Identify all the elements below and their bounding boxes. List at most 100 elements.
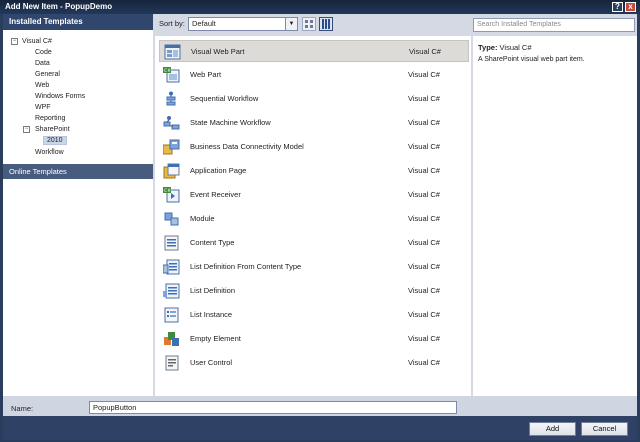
online-templates-header[interactable]: Online Templates	[3, 164, 153, 179]
type-label: Type:	[478, 43, 498, 52]
template-language: Visual C#	[408, 166, 440, 175]
list-definition-from-content-type-icon	[163, 259, 180, 275]
collapse-icon[interactable]: −	[23, 126, 30, 133]
template-name: Event Receiver	[190, 190, 241, 199]
tree-item-general[interactable]: General	[35, 69, 60, 80]
template-item-user-control[interactable]: User Control Visual C#	[159, 352, 469, 374]
list-view-icon	[322, 19, 330, 29]
tree-item-label: SharePoint	[35, 126, 70, 133]
template-item-list-instance[interactable]: List Instance Visual C#	[159, 304, 469, 326]
content-type-icon	[164, 235, 179, 251]
tree-item-data[interactable]: Data	[35, 58, 50, 69]
template-name: List Definition	[190, 286, 236, 295]
template-item-sequential-workflow[interactable]: Sequential Workflow Visual C#	[159, 88, 469, 110]
tree-item-web[interactable]: Web	[35, 80, 49, 91]
svg-text:C#: C#	[164, 68, 171, 74]
tree-item-label: Data	[35, 60, 50, 67]
template-item-list-definition[interactable]: List Definition Visual C#	[159, 280, 469, 302]
close-button[interactable]: x	[625, 2, 636, 12]
template-name: Sequential Workflow	[190, 94, 259, 103]
list-view-button[interactable]	[319, 17, 333, 31]
template-name: Content Type	[190, 238, 235, 247]
bdc-model-icon	[163, 139, 180, 155]
sort-by-label: Sort by:	[159, 19, 185, 28]
template-name: State Machine Workflow	[190, 118, 271, 127]
template-item-business-data-connectivity-model[interactable]: Business Data Connectivity Model Visual …	[159, 136, 469, 158]
dropdown-arrow-icon[interactable]: ▼	[285, 18, 297, 30]
tree-item-label: General	[35, 71, 60, 78]
template-language: Visual C#	[408, 286, 440, 295]
tree-item-windows-forms[interactable]: Windows Forms	[35, 91, 85, 102]
tree-item-2010[interactable]: 2010	[43, 135, 67, 146]
templates-tree-panel: Installed Templates − Visual C# Code Dat…	[3, 14, 153, 396]
template-language: Visual C#	[409, 47, 441, 56]
template-description: A SharePoint visual web part item.	[478, 56, 585, 63]
template-language: Visual C#	[408, 214, 440, 223]
template-name: Web Part	[190, 70, 222, 79]
add-button[interactable]: Add	[529, 422, 576, 436]
tree-item-visual-csharp[interactable]: − Visual C#	[11, 36, 52, 47]
sort-toolbar: Sort by: Default ▼	[155, 14, 471, 36]
template-language: Visual C#	[408, 334, 440, 343]
name-input[interactable]: PopupButton	[89, 401, 457, 414]
template-item-web-part[interactable]: C# Web Part Visual C#	[159, 64, 469, 86]
window-title: Add New Item - PopupDemo	[5, 2, 113, 11]
bottom-bar: Name: PopupButton Add Cancel	[3, 396, 637, 440]
state-machine-workflow-icon	[163, 116, 180, 130]
tree-item-workflow[interactable]: Workflow	[35, 147, 64, 158]
visual-web-part-icon	[164, 44, 181, 60]
template-details-panel: Type: Visual C# A SharePoint visual web …	[473, 36, 637, 396]
template-language: Visual C#	[408, 118, 440, 127]
template-item-list-definition-from-content-type[interactable]: List Definition From Content Type Visual…	[159, 256, 469, 278]
list-definition-icon	[163, 283, 180, 299]
template-name: User Control	[190, 358, 233, 367]
template-item-state-machine-workflow[interactable]: State Machine Workflow Visual C#	[159, 112, 469, 134]
tree-item-label: Web	[35, 82, 50, 89]
title-bar: Add New Item - PopupDemo ? x	[0, 0, 640, 14]
template-item-empty-element[interactable]: Empty Element Visual C#	[159, 328, 469, 350]
template-item-module[interactable]: Module Visual C#	[159, 208, 469, 230]
module-icon	[164, 212, 179, 226]
help-button[interactable]: ?	[612, 2, 623, 12]
collapse-icon[interactable]: −	[11, 38, 18, 45]
small-icons-view-button[interactable]	[302, 17, 316, 31]
sequential-workflow-icon	[166, 91, 176, 106]
tree-item-label: Code	[35, 49, 52, 56]
tree-item-reporting[interactable]: Reporting	[35, 113, 65, 124]
search-area: Search Installed Templates	[473, 14, 637, 36]
template-language: Visual C#	[408, 262, 440, 271]
sort-by-dropdown[interactable]: Default ▼	[188, 17, 298, 31]
template-name: Visual Web Part	[191, 47, 245, 56]
template-item-visual-web-part[interactable]: Visual Web Part Visual C#	[159, 40, 469, 62]
empty-element-icon	[164, 332, 179, 346]
template-name: Empty Element	[190, 334, 241, 343]
template-item-event-receiver[interactable]: C# Event Receiver Visual C#	[159, 184, 469, 206]
list-instance-icon	[164, 307, 179, 323]
tree-item-label: WPF	[35, 104, 51, 111]
tree-item-code[interactable]: Code	[35, 47, 52, 58]
tree-item-label: Windows Forms	[35, 93, 86, 100]
button-bar: Add Cancel	[3, 416, 637, 440]
template-item-content-type[interactable]: Content Type Visual C#	[159, 232, 469, 254]
type-value: Visual C#	[499, 43, 532, 52]
template-language: Visual C#	[408, 142, 440, 151]
cancel-button[interactable]: Cancel	[581, 422, 628, 436]
tree-item-label: 2010	[43, 136, 67, 145]
tree-item-label: Workflow	[35, 149, 64, 156]
tree-item-wpf[interactable]: WPF	[35, 102, 51, 113]
template-language: Visual C#	[408, 310, 440, 319]
user-control-icon	[165, 355, 179, 371]
template-language: Visual C#	[408, 94, 440, 103]
tree-item-sharepoint[interactable]: − SharePoint	[23, 124, 70, 135]
installed-templates-header[interactable]: Installed Templates	[3, 14, 153, 30]
search-installed-templates-input[interactable]: Search Installed Templates	[473, 18, 635, 32]
sort-by-value: Default	[192, 19, 216, 28]
template-name: List Definition From Content Type	[190, 262, 302, 271]
template-item-application-page[interactable]: Application Page Visual C#	[159, 160, 469, 182]
template-name: List Instance	[190, 310, 233, 319]
application-page-icon	[163, 163, 180, 179]
template-name: Application Page	[190, 166, 247, 175]
template-type: Type: Visual C#	[478, 43, 532, 52]
template-name: Business Data Connectivity Model	[190, 142, 304, 151]
tree-item-label: Visual C#	[22, 38, 52, 45]
